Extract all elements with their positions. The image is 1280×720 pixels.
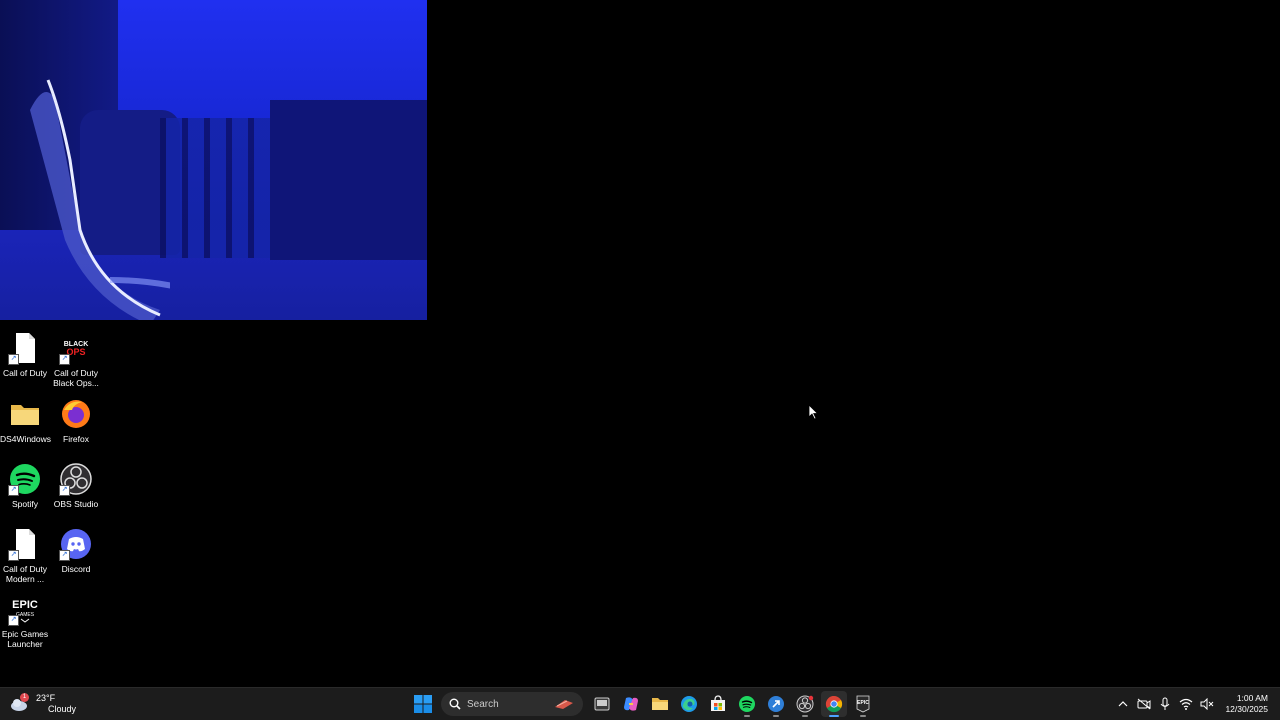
taskbar-apps: Search EPIC bbox=[408, 688, 877, 720]
desktop-icon-firefox[interactable]: Firefox bbox=[51, 398, 101, 444]
cloud-icon: 1 bbox=[10, 693, 30, 712]
search-highlight-icon bbox=[555, 700, 573, 709]
blank-document-icon: ↗ bbox=[8, 332, 41, 365]
shortcut-arrow-icon: ↗ bbox=[59, 485, 70, 496]
firefox-icon bbox=[60, 398, 92, 430]
folder-icon bbox=[651, 698, 668, 710]
svg-text:EPIC: EPIC bbox=[12, 599, 38, 611]
obs-icon: ↗ bbox=[59, 463, 92, 496]
spotify-icon: ↗ bbox=[8, 463, 41, 496]
mouse-cursor-icon bbox=[809, 405, 819, 420]
spotify-icon bbox=[738, 696, 755, 712]
obs-taskbar-button[interactable] bbox=[792, 691, 818, 717]
system-tray: 1:00 AM 12/30/2025 bbox=[1112, 688, 1280, 720]
desktop-wallpaper-photo bbox=[0, 0, 427, 320]
volume-muted-icon bbox=[1200, 698, 1214, 710]
edge-icon bbox=[680, 696, 697, 712]
desktop-icon-obs[interactable]: ↗ OBS Studio bbox=[51, 463, 101, 509]
desktop-icon-spotify[interactable]: ↗ Spotify bbox=[0, 463, 50, 509]
chevron-up-icon bbox=[1118, 701, 1128, 707]
clock-time: 1:00 AM bbox=[1236, 693, 1268, 703]
desktop-icon-call-of-duty[interactable]: ↗ Call of Duty bbox=[0, 332, 50, 378]
spotify-taskbar-button[interactable] bbox=[734, 691, 760, 717]
taskbar-clock[interactable]: 1:00 AM 12/30/2025 bbox=[1225, 693, 1268, 715]
desktop-icon-epic-games[interactable]: EPIC GAMES ↗ Epic Games Launcher bbox=[0, 593, 50, 649]
desktop-icon-label: OBS Studio bbox=[53, 499, 99, 509]
shortcut-arrow-icon: ↗ bbox=[59, 550, 70, 561]
copilot-icon bbox=[623, 697, 638, 711]
taskbar-search-box[interactable]: Search bbox=[441, 692, 583, 716]
show-hidden-icons-button[interactable] bbox=[1112, 699, 1133, 709]
epic-games-icon: EPIC GAMES ↗ bbox=[8, 593, 41, 626]
windows-logo-icon bbox=[413, 695, 432, 713]
store-icon bbox=[710, 695, 725, 711]
epic-games-icon: EPIC bbox=[856, 695, 869, 713]
shortcut-arrow-icon: ↗ bbox=[59, 354, 70, 365]
desktop-icon-label: Call of Duty bbox=[3, 368, 47, 378]
running-indicator bbox=[743, 715, 750, 717]
obs-icon bbox=[796, 695, 813, 713]
running-indicator bbox=[828, 715, 839, 717]
running-indicator bbox=[772, 715, 779, 717]
weather-condition: Cloudy bbox=[48, 704, 77, 714]
blank-document-icon: ↗ bbox=[8, 528, 41, 561]
edge-button[interactable] bbox=[676, 691, 702, 717]
camera-status-button[interactable] bbox=[1133, 698, 1154, 710]
desktop-icon-discord[interactable]: ↗ Discord bbox=[51, 528, 101, 574]
desktop-icon-label: Call of Duty Modern ... bbox=[3, 564, 47, 584]
gaming-chair-shape bbox=[30, 79, 170, 320]
task-view-button[interactable] bbox=[589, 691, 615, 717]
desktop-icon-label: Call of Duty Black Ops... bbox=[53, 368, 99, 388]
desktop-icon-label: Discord bbox=[61, 564, 91, 574]
clock-date: 12/30/2025 bbox=[1225, 704, 1268, 714]
epic-games-taskbar-button[interactable]: EPIC bbox=[850, 691, 876, 717]
discord-icon: ↗ bbox=[59, 528, 92, 561]
desktop-icon-call-of-duty-modern[interactable]: ↗ Call of Duty Modern ... bbox=[0, 528, 50, 584]
running-indicator bbox=[859, 715, 866, 717]
remote-desktop-button[interactable] bbox=[763, 691, 789, 717]
taskbar: 1 23°F Cloudy Search EPIC 1:00 AM 12/30/… bbox=[0, 687, 1280, 720]
desktop-icon-label: DS4Windows bbox=[0, 434, 52, 444]
start-button[interactable] bbox=[410, 691, 436, 717]
shortcut-arrow-icon: ↗ bbox=[8, 485, 19, 496]
network-button[interactable] bbox=[1175, 698, 1196, 710]
desktop-icon-label: Epic Games Launcher bbox=[1, 629, 49, 649]
folder-icon bbox=[9, 398, 41, 430]
desktop-icon-black-ops[interactable]: BLACK OPS ↗ Call of Duty Black Ops... bbox=[51, 332, 101, 388]
shortcut-arrow-icon: ↗ bbox=[8, 550, 19, 561]
running-indicator bbox=[801, 715, 808, 717]
microsoft-store-button[interactable] bbox=[705, 691, 731, 717]
weather-temperature: 23°F bbox=[36, 693, 56, 703]
desktop-icon-label: Firefox bbox=[63, 434, 89, 444]
camera-off-icon bbox=[1137, 698, 1151, 710]
svg-text:EPIC: EPIC bbox=[857, 700, 869, 706]
microphone-button[interactable] bbox=[1154, 697, 1175, 711]
search-icon bbox=[449, 698, 461, 710]
microphone-icon bbox=[1160, 697, 1170, 710]
remote-desktop-icon bbox=[767, 696, 784, 712]
chrome-button[interactable] bbox=[820, 691, 847, 717]
task-view-icon bbox=[594, 697, 609, 711]
shortcut-arrow-icon: ↗ bbox=[8, 354, 19, 365]
file-explorer-button[interactable] bbox=[647, 691, 673, 717]
desktop-icon-ds4windows[interactable]: DS4Windows bbox=[0, 398, 52, 444]
wifi-icon bbox=[1179, 698, 1193, 710]
shortcut-arrow-icon: ↗ bbox=[8, 615, 19, 626]
black-ops-icon: BLACK OPS ↗ bbox=[59, 332, 92, 365]
chrome-icon bbox=[825, 695, 842, 713]
volume-button[interactable] bbox=[1196, 698, 1217, 710]
weather-widget[interactable]: 1 23°F Cloudy bbox=[10, 691, 76, 717]
weather-alert-badge: 1 bbox=[20, 693, 29, 702]
desktop-icon-label: Spotify bbox=[12, 499, 38, 509]
search-label: Search bbox=[467, 698, 499, 710]
copilot-button[interactable] bbox=[618, 691, 644, 717]
